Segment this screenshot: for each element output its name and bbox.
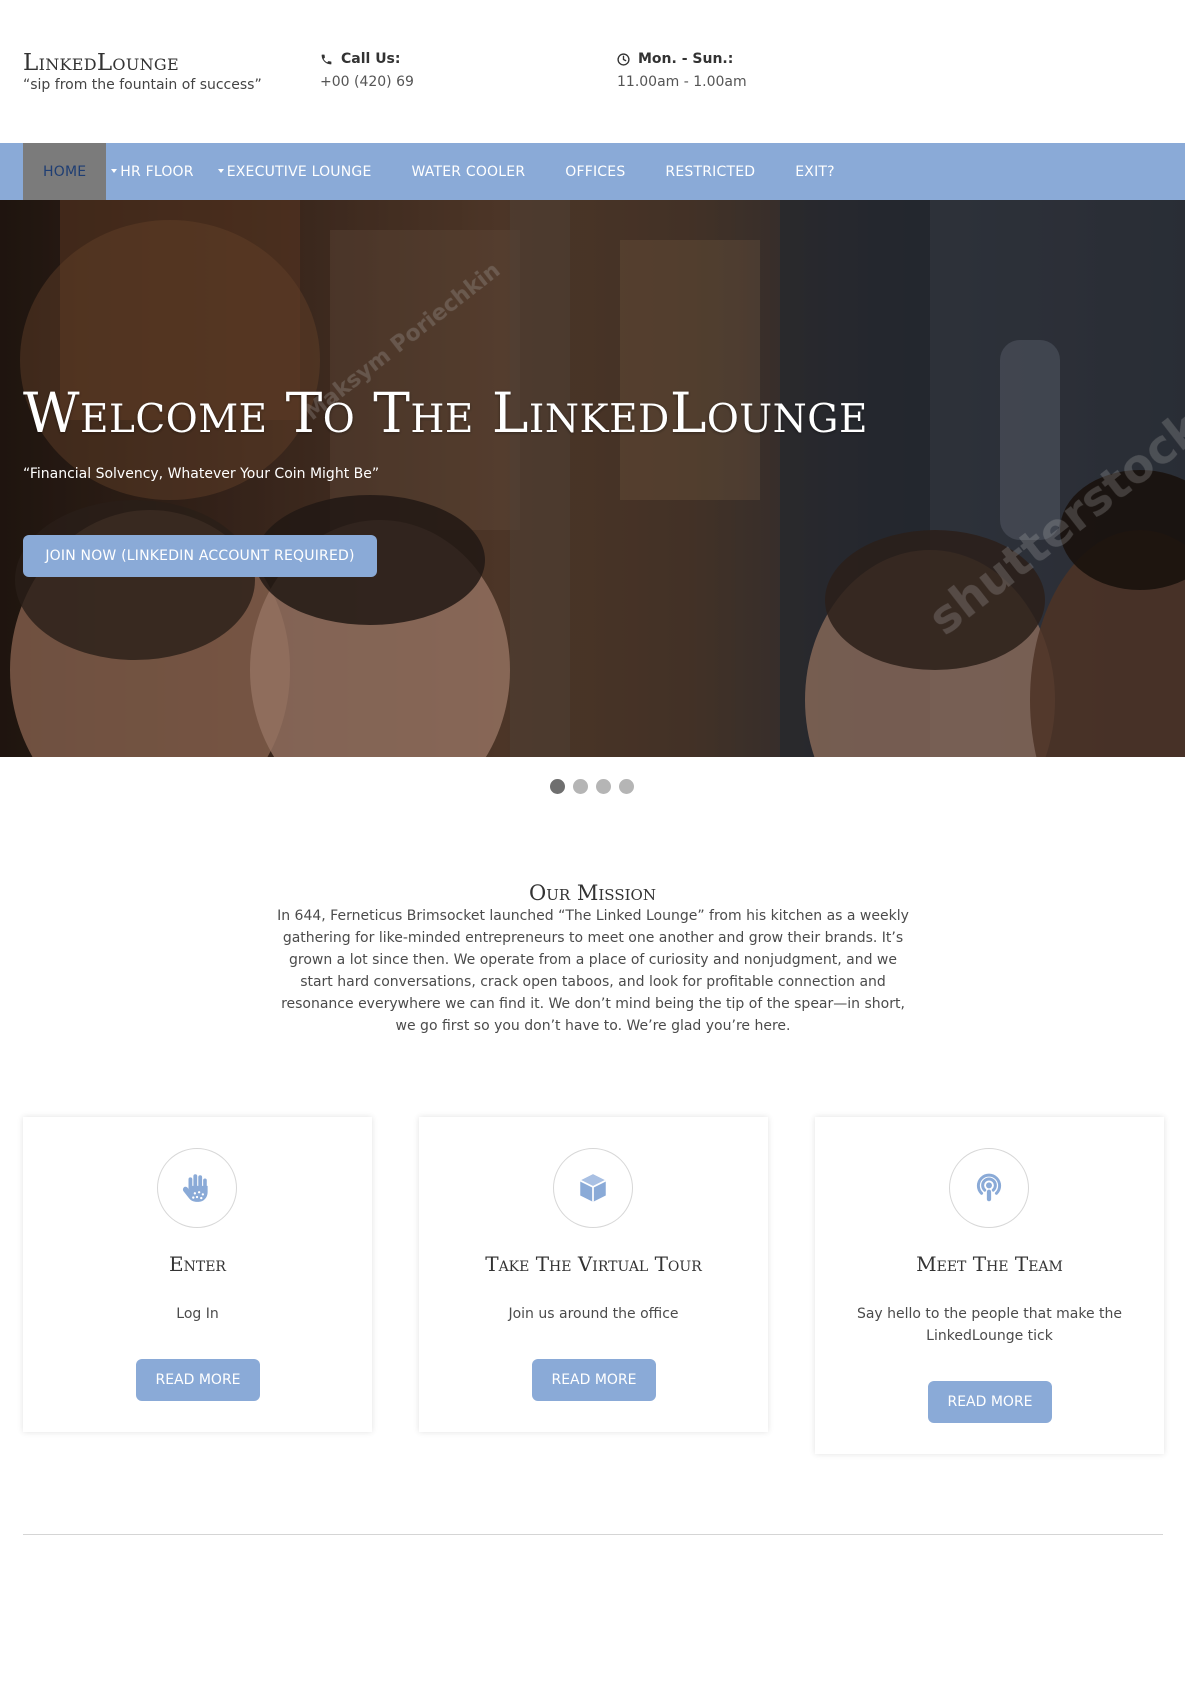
nav-label: OFFICES (565, 163, 626, 180)
mission-title: Our Mission (529, 881, 656, 905)
opening-hours: Mon. - Sun.: 11.00am - 1.00am (617, 50, 747, 92)
phone-number[interactable]: +00 (420) 69 (320, 72, 414, 92)
site-header: LinkedLounge “sip from the fountain of s… (0, 0, 1185, 143)
nav-item-restricted[interactable]: RESTRICTED (665, 143, 755, 200)
main-nav: HOME HR FLOOR EXECUTIVE LOUNGE WATER COO… (0, 143, 1185, 200)
card-icon-circle (949, 1148, 1029, 1228)
card-text: Say hello to the people that make the Li… (856, 1306, 1123, 1344)
brand[interactable]: LinkedLounge “sip from the fountain of s… (23, 50, 262, 94)
caret-down-icon (217, 168, 224, 173)
clock-icon (617, 52, 630, 66)
footer-divider (23, 1534, 1163, 1535)
nav-label: HOME (43, 163, 87, 180)
hours-value: 11.00am - 1.00am (617, 74, 747, 90)
card-virtual-tour: Take The Virtual Tour Join us around the… (419, 1117, 768, 1432)
read-more-button[interactable]: READ MORE (136, 1359, 260, 1401)
hand-icon (182, 1174, 208, 1202)
cube-icon (579, 1174, 607, 1202)
card-text: Log In (176, 1306, 219, 1322)
nav-label: RESTRICTED (665, 163, 756, 180)
phone-contact: Call Us: +00 (420) 69 (320, 50, 414, 92)
phone-label: Call Us: (341, 51, 401, 67)
join-now-button[interactable]: JOIN NOW (LINKEDIN ACCOUNT REQUIRED) (23, 535, 377, 577)
nav-item-home[interactable]: HOME (23, 143, 107, 200)
nav-item-exit[interactable]: EXIT? (795, 143, 835, 200)
read-more-button[interactable]: READ MORE (532, 1359, 656, 1401)
hero-subtitle: “Financial Solvency, Whatever Your Coin … (23, 466, 380, 482)
hero-title: Welcome To The LinkedLounge (23, 381, 868, 445)
card-icon-circle (157, 1148, 237, 1228)
card-title: Enter (169, 1252, 226, 1276)
phone-icon (321, 54, 332, 64)
read-more-button[interactable]: READ MORE (928, 1381, 1052, 1423)
carousel-dot-2[interactable] (573, 779, 588, 794)
nav-item-offices[interactable]: OFFICES (565, 143, 625, 200)
brand-name[interactable]: LinkedLounge (23, 50, 262, 76)
brand-tagline: “sip from the fountain of success” (23, 77, 262, 93)
nav-label: EXECUTIVE LOUNGE (226, 163, 372, 180)
card-enter: Enter Log In READ MORE (23, 1117, 372, 1432)
mission-text: In 644, Ferneticus Brimsocket launched “… (277, 908, 909, 1034)
nav-label: HR FLOOR (120, 163, 194, 180)
nav-item-hr-floor[interactable]: HR FLOOR (106, 143, 194, 200)
hours-label: Mon. - Sun.: (638, 51, 734, 67)
nav-label: EXIT? (795, 163, 835, 180)
carousel-dot-1[interactable] (550, 779, 565, 794)
card-title: Take The Virtual Tour (485, 1252, 702, 1276)
podcast-icon (976, 1173, 1002, 1202)
nav-item-water-cooler[interactable]: WATER COOLER (412, 143, 526, 200)
card-meet-team: Meet The Team Say hello to the people th… (815, 1117, 1164, 1454)
carousel-dot-4[interactable] (619, 779, 634, 794)
carousel-dot-3[interactable] (596, 779, 611, 794)
nav-label: WATER COOLER (411, 163, 526, 180)
card-text: Join us around the office (508, 1306, 679, 1322)
carousel-indicators (550, 779, 642, 794)
card-icon-circle (553, 1148, 633, 1228)
nav-item-executive-lounge[interactable]: EXECUTIVE LOUNGE (217, 143, 372, 200)
card-title: Meet The Team (916, 1252, 1063, 1276)
caret-down-icon (111, 168, 118, 173)
